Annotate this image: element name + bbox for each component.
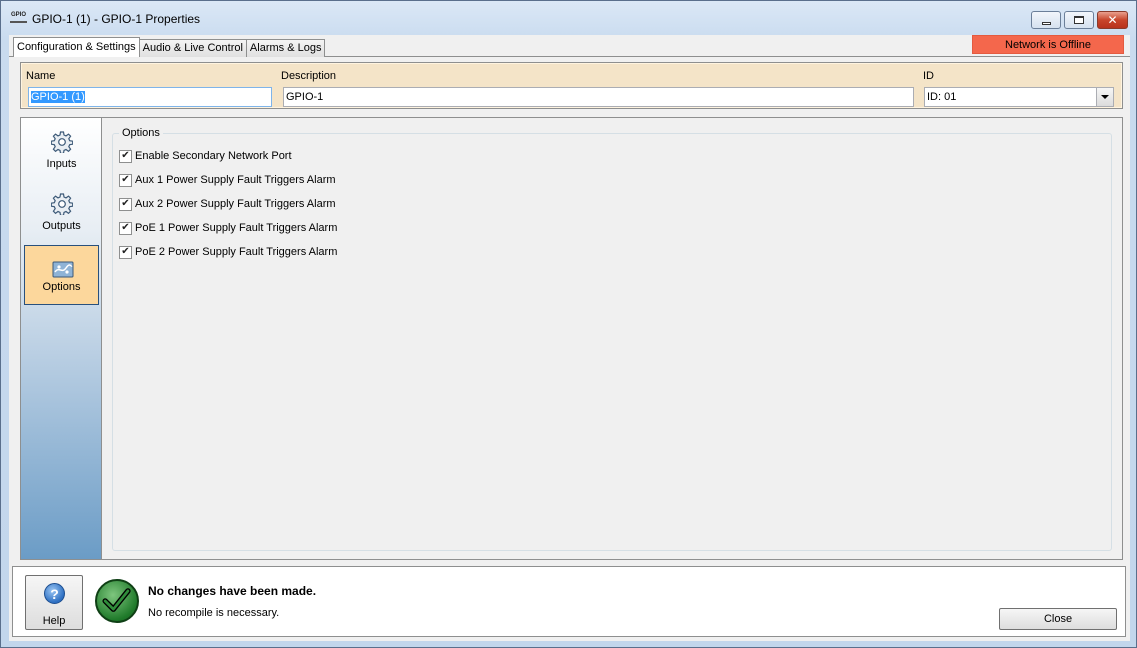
status-area: ? Help No changes have been made. No rec…: [12, 566, 1126, 637]
tab-configuration-settings[interactable]: Configuration & Settings: [13, 37, 140, 57]
name-label: Name: [26, 70, 56, 82]
nav-label-outputs: Outputs: [42, 220, 81, 232]
option-enable-secondary-network-port[interactable]: ✔ Enable Secondary Network Port: [119, 148, 292, 164]
status-title: No changes have been made.: [148, 584, 317, 598]
status-subtitle: No recompile is necessary.: [148, 607, 280, 619]
help-label: Help: [42, 615, 66, 627]
close-icon: ✕: [1107, 13, 1118, 27]
tab-bar: Configuration & Settings Audio & Live Co…: [13, 37, 326, 57]
id-select-value: ID: 01: [927, 91, 957, 103]
nav-item-inputs[interactable]: Inputs: [24, 122, 99, 182]
options-content: Options ✔ Enable Secondary Network Port …: [103, 118, 1122, 559]
tab-audio-live-control[interactable]: Audio & Live Control: [138, 39, 247, 57]
nav-label-inputs: Inputs: [46, 158, 77, 170]
option-label: PoE 2 Power Supply Fault Triggers Alarm: [135, 246, 338, 258]
side-nav: Inputs Outputs Options: [21, 118, 102, 559]
option-poe2-fault-alarm[interactable]: ✔ PoE 2 Power Supply Fault Triggers Alar…: [119, 244, 337, 260]
option-aux1-fault-alarm[interactable]: ✔ Aux 1 Power Supply Fault Triggers Alar…: [119, 172, 336, 188]
checkmark-icon: [102, 588, 131, 612]
close-button[interactable]: Close: [999, 608, 1117, 630]
description-label: Description: [281, 70, 337, 82]
tab-alarms-logs[interactable]: Alarms & Logs: [245, 39, 326, 57]
option-label: PoE 1 Power Supply Fault Triggers Alarm: [135, 222, 338, 234]
app-icon: GPIO: [10, 12, 27, 23]
nav-item-outputs[interactable]: Outputs: [24, 184, 99, 244]
properties-window: GPIO GPIO-1 (1) - GPIO-1 Properties ✕ Co…: [0, 0, 1137, 648]
check-mark-icon: ✔: [121, 246, 130, 257]
check-mark-icon: ✔: [121, 150, 130, 161]
identity-panel: Name GPIO-1 (1) Description GPIO-1 ID ID…: [20, 62, 1123, 109]
client-area: Configuration & Settings Audio & Live Co…: [9, 35, 1130, 641]
close-window-button[interactable]: ✕: [1097, 11, 1128, 29]
success-check-icon: [95, 579, 139, 623]
help-button[interactable]: ? Help: [25, 575, 83, 630]
name-field-value: GPIO-1 (1): [31, 91, 85, 103]
option-label: Aux 1 Power Supply Fault Triggers Alarm: [135, 174, 336, 186]
title-bar[interactable]: GPIO GPIO-1 (1) - GPIO-1 Properties ✕: [1, 1, 1136, 35]
gear-icon: [51, 131, 73, 153]
checkbox[interactable]: ✔: [119, 149, 132, 163]
check-mark-icon: ✔: [121, 174, 130, 185]
minimize-button[interactable]: [1031, 11, 1061, 29]
gear-icon: [51, 193, 73, 215]
option-aux2-fault-alarm[interactable]: ✔ Aux 2 Power Supply Fault Triggers Alar…: [119, 196, 336, 212]
main-area: Inputs Outputs Options Options ✔ Enable …: [20, 117, 1123, 560]
nav-label-options: Options: [42, 281, 81, 293]
options-icon: [52, 261, 74, 278]
checkbox[interactable]: ✔: [119, 173, 132, 187]
chevron-down-icon: [1101, 95, 1109, 99]
option-label: Aux 2 Power Supply Fault Triggers Alarm: [135, 198, 336, 210]
checkbox[interactable]: ✔: [119, 197, 132, 211]
id-label: ID: [923, 70, 934, 82]
maximize-icon: [1074, 16, 1084, 24]
check-mark-icon: ✔: [121, 222, 130, 233]
name-field[interactable]: GPIO-1 (1): [28, 87, 272, 107]
maximize-button[interactable]: [1064, 11, 1094, 29]
minimize-icon: [1041, 21, 1051, 25]
nav-item-options[interactable]: Options: [24, 245, 99, 305]
network-status-badge: Network is Offline: [972, 35, 1124, 54]
description-field[interactable]: GPIO-1: [283, 87, 914, 107]
window-title: GPIO-1 (1) - GPIO-1 Properties: [32, 12, 201, 26]
option-label: Enable Secondary Network Port: [135, 150, 292, 162]
options-group-label: Options: [119, 127, 163, 139]
id-select[interactable]: ID: 01: [924, 87, 1114, 107]
app-icon-text: GPIO: [10, 12, 26, 18]
check-mark-icon: ✔: [121, 198, 130, 209]
checkbox[interactable]: ✔: [119, 221, 132, 235]
option-poe1-fault-alarm[interactable]: ✔ PoE 1 Power Supply Fault Triggers Alar…: [119, 220, 337, 236]
checkbox[interactable]: ✔: [119, 245, 132, 259]
question-icon: ?: [44, 583, 65, 604]
id-dropdown-button[interactable]: [1096, 88, 1113, 106]
